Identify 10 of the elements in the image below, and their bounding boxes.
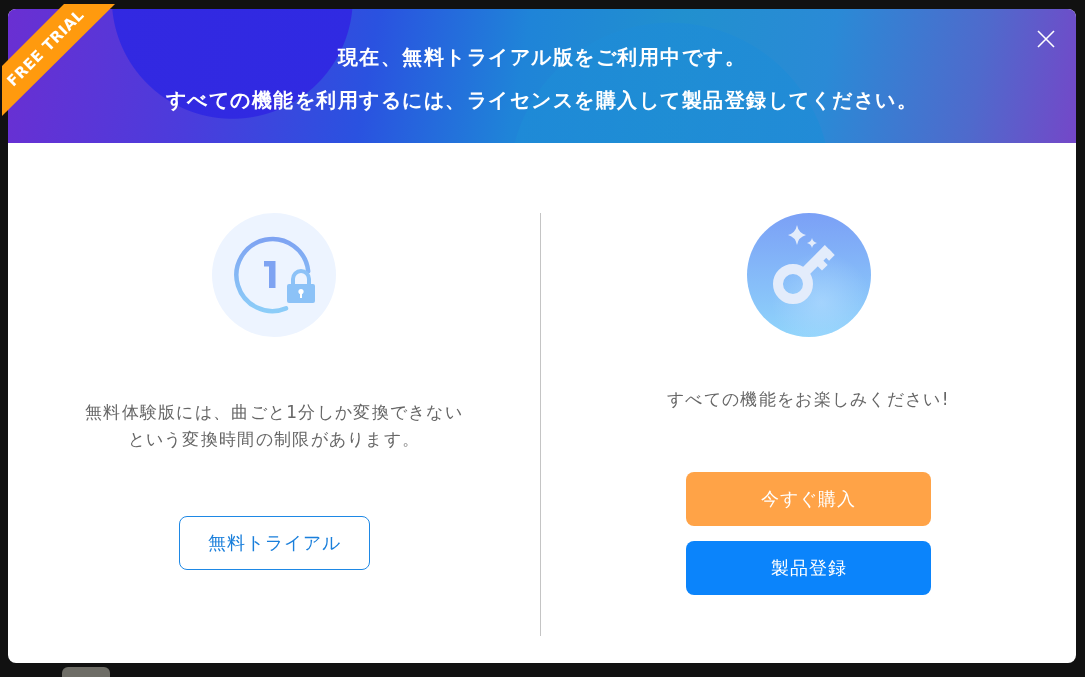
header-message: 現在、無料トライアル版をご利用中です。 <box>337 44 747 71</box>
buy-now-button[interactable]: 今すぐ購入 <box>686 472 931 526</box>
close-icon <box>1037 30 1055 48</box>
description-text: すべての機能をお楽しみください! <box>667 388 950 411</box>
header-message: すべての機能を利用するには、ライセンスを購入して製品登録してください。 <box>165 87 919 114</box>
free-trial-button[interactable]: 無料トライアル <box>178 516 370 570</box>
description-text: 無料体験版には、曲ごと1分しか変換できないという変換時間の制限があります。 <box>83 401 465 451</box>
register-button[interactable]: 製品登録 <box>686 541 931 595</box>
timer-lock-icon <box>212 213 336 337</box>
close-button[interactable] <box>1035 28 1057 50</box>
